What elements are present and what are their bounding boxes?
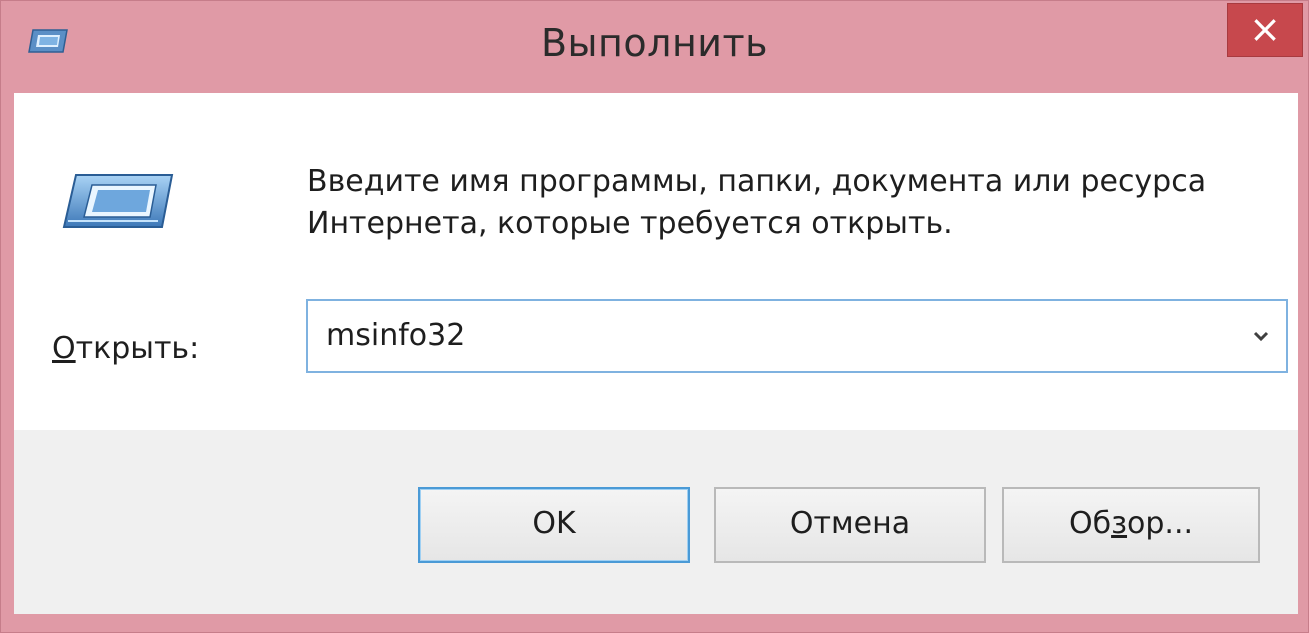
chevron-down-icon[interactable] bbox=[1250, 325, 1272, 347]
instruction-text: Введите имя программы, папки, документа … bbox=[307, 164, 1207, 241]
open-label-text: ткрыть: bbox=[75, 331, 200, 366]
open-label: Открыть: bbox=[52, 331, 199, 366]
dialog-content: Введите имя программы, папки, документа … bbox=[14, 93, 1298, 430]
open-combobox[interactable]: msinfo32 bbox=[306, 299, 1288, 373]
open-label-accelerator: О bbox=[52, 331, 76, 366]
run-dialog: Выполнить × Введите имя программы, папки… bbox=[0, 0, 1309, 633]
cancel-button[interactable]: Отмена bbox=[714, 487, 986, 563]
browse-label-accelerator: з bbox=[1111, 506, 1128, 541]
browse-button[interactable]: Обзор... bbox=[1002, 487, 1260, 563]
ok-button[interactable]: OK bbox=[418, 487, 690, 563]
run-icon bbox=[62, 174, 174, 228]
browse-label-end: ор... bbox=[1127, 506, 1194, 541]
browse-label-start: Об bbox=[1068, 506, 1112, 541]
window-title: Выполнить bbox=[540, 21, 769, 65]
open-input[interactable]: msinfo32 bbox=[326, 301, 465, 371]
close-button[interactable]: × bbox=[1227, 3, 1303, 57]
title-bar[interactable]: Выполнить × bbox=[1, 1, 1308, 93]
button-bar: OK Отмена Обзор... bbox=[14, 430, 1298, 614]
